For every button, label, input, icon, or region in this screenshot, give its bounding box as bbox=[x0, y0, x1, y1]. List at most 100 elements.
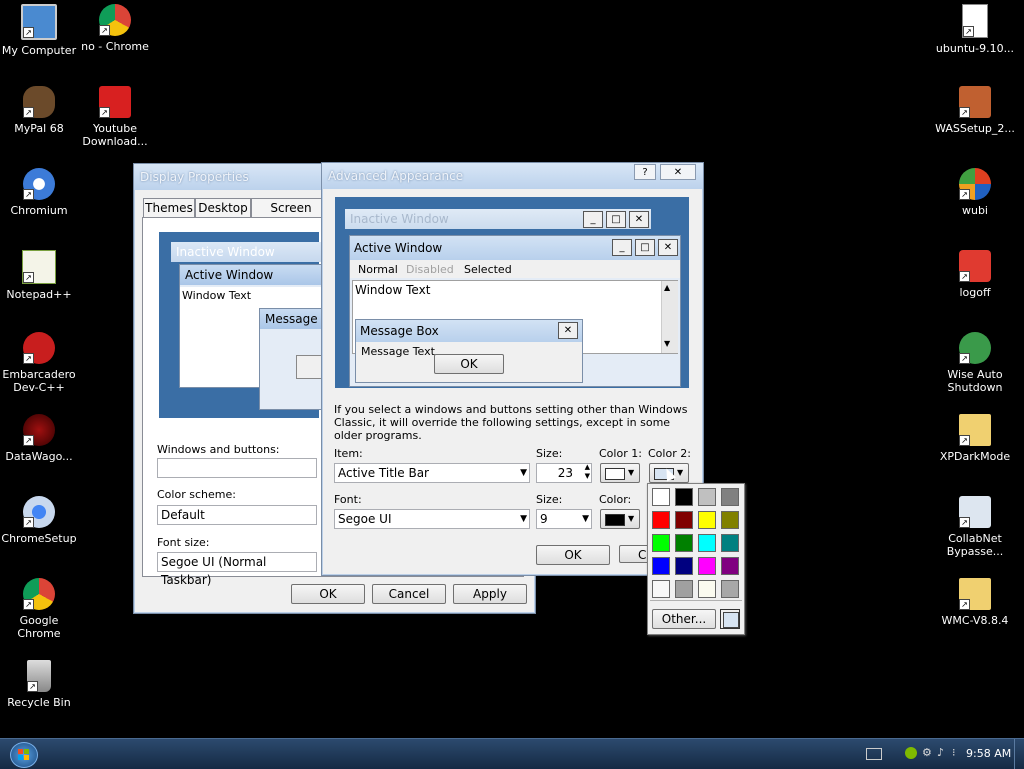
desktop-icon[interactable]: ↗ DataWago... bbox=[0, 414, 81, 463]
font-color-button[interactable]: ▼ bbox=[600, 509, 640, 529]
appearance-preview: Inactive Window Active Window Window Tex… bbox=[159, 232, 331, 418]
color-swatch[interactable] bbox=[652, 511, 670, 529]
color-swatch[interactable] bbox=[675, 488, 693, 506]
preview-message-box-title: Message Box bbox=[360, 324, 439, 338]
desktop-icon[interactable]: ↗ CollabNet Bypasse... bbox=[933, 496, 1017, 558]
color-swatch[interactable] bbox=[652, 534, 670, 552]
power-icon: ↗ bbox=[959, 250, 991, 282]
desktop-icon-label: Embarcadero Dev-C++ bbox=[2, 368, 76, 394]
font-size-select[interactable]: 9 ▼ bbox=[536, 509, 592, 529]
color-swatch[interactable] bbox=[675, 557, 693, 575]
close-button[interactable]: ✕ bbox=[660, 164, 696, 180]
scroll-up-icon: ▲ bbox=[664, 283, 671, 292]
color-swatch[interactable] bbox=[721, 488, 739, 506]
cancel-button[interactable]: Cancel bbox=[372, 584, 446, 604]
tab-themes[interactable]: Themes bbox=[143, 198, 195, 217]
color1-label: Color 1: bbox=[599, 447, 642, 460]
color-swatch[interactable] bbox=[652, 557, 670, 575]
show-desktop-button[interactable] bbox=[1014, 739, 1024, 769]
color-swatch[interactable] bbox=[698, 488, 716, 506]
color-swatch[interactable] bbox=[652, 580, 670, 598]
color-swatch[interactable] bbox=[652, 488, 670, 506]
desktop-icon[interactable]: ↗ Wise Auto Shutdown bbox=[933, 332, 1017, 394]
network-icon[interactable]: ⁝ bbox=[952, 747, 960, 759]
help-button[interactable]: ? bbox=[634, 164, 656, 180]
desktop-icon[interactable]: ↗ ubuntu-9.10... bbox=[933, 4, 1017, 55]
font-size-select[interactable]: Segoe UI (Normal Taskbar) bbox=[157, 552, 317, 587]
color-swatch[interactable] bbox=[675, 511, 693, 529]
desktop-icon[interactable]: ↗ Notepad++ bbox=[0, 250, 81, 301]
size-stepper[interactable]: 23 ▲ ▼ bbox=[536, 463, 592, 483]
desktop-icon[interactable]: ↗ Embarcadero Dev-C++ bbox=[0, 332, 81, 394]
desktop-icon[interactable]: ↗ logoff bbox=[933, 250, 1017, 299]
tab-desktop[interactable]: Desktop bbox=[195, 198, 251, 217]
color-swatch[interactable] bbox=[698, 511, 716, 529]
shortcut-arrow-icon: ↗ bbox=[23, 189, 34, 200]
size-label: Size: bbox=[536, 447, 563, 460]
desktop-icon-label: ubuntu-9.10... bbox=[935, 42, 1015, 55]
window-title: Advanced Appearance bbox=[328, 169, 464, 183]
desktop-icon[interactable]: ↗ wubi bbox=[933, 168, 1017, 217]
tray-app-icon[interactable] bbox=[905, 747, 917, 759]
windows-and-buttons-select[interactable] bbox=[157, 458, 317, 478]
color-swatch[interactable] bbox=[721, 534, 739, 552]
color-swatch[interactable] bbox=[721, 511, 739, 529]
other-colors-button[interactable]: Other... bbox=[652, 609, 716, 629]
close-icon: ✕ bbox=[558, 322, 578, 339]
advanced-appearance-titlebar[interactable]: Advanced Appearance ? ✕ bbox=[322, 163, 703, 189]
desktop-icon-label: ChromeSetup bbox=[1, 532, 77, 545]
shortcut-arrow-icon: ↗ bbox=[23, 517, 34, 528]
desktop-icon[interactable]: ↗ Youtube Download... bbox=[73, 86, 157, 148]
desktop-icon[interactable]: ↗ WMC-V8.8.4 bbox=[933, 578, 1017, 627]
desktop-icon[interactable]: ↗ ChromeSetup bbox=[0, 496, 81, 545]
devcpp-icon: ↗ bbox=[23, 332, 55, 364]
volume-icon[interactable]: ♪ bbox=[937, 747, 949, 759]
maximize-icon: □ bbox=[606, 211, 626, 228]
preview-ok-button: OK bbox=[434, 354, 504, 374]
font-select[interactable]: Segoe UI ▼ bbox=[334, 509, 530, 529]
color-swatch[interactable] bbox=[698, 557, 716, 575]
color1-button[interactable]: ▼ bbox=[600, 463, 640, 483]
color-swatch[interactable] bbox=[675, 580, 693, 598]
chevron-down-icon: ▼ bbox=[677, 468, 684, 477]
stepper-arrows-icon[interactable]: ▲ ▼ bbox=[585, 463, 590, 481]
desktop-icon-label: Wise Auto Shutdown bbox=[947, 368, 1003, 394]
color-swatch[interactable] bbox=[698, 534, 716, 552]
desktop-icon[interactable]: ↗ XPDarkMode bbox=[933, 414, 1017, 463]
shortcut-arrow-icon: ↗ bbox=[959, 107, 970, 118]
chrome-icon: ↗ bbox=[99, 4, 131, 36]
tab-screen-saver[interactable]: Screen Saver bbox=[251, 198, 331, 233]
font-color-swatch bbox=[605, 514, 625, 526]
start-button[interactable] bbox=[10, 742, 38, 768]
collabnet-icon: ↗ bbox=[959, 496, 991, 528]
item-select[interactable]: Active Title Bar ▼ bbox=[334, 463, 530, 483]
desktop-icon[interactable]: ↗ no - Chrome bbox=[73, 4, 157, 53]
desktop-icon[interactable]: ↗ Recycle Bin bbox=[0, 660, 81, 709]
selected-color-preview bbox=[720, 609, 740, 629]
shortcut-arrow-icon: ↗ bbox=[959, 435, 970, 446]
color-swatch[interactable] bbox=[721, 557, 739, 575]
color-swatch[interactable] bbox=[721, 580, 739, 598]
color-scheme-select[interactable]: Default bbox=[157, 505, 317, 525]
keyboard-icon[interactable] bbox=[866, 748, 882, 760]
desktop-icon-label: wubi bbox=[961, 204, 988, 217]
color-swatch[interactable] bbox=[675, 534, 693, 552]
ok-button[interactable]: OK bbox=[536, 545, 610, 565]
color-swatch[interactable] bbox=[698, 580, 716, 598]
desktop-icon[interactable]: ↗ Chromium bbox=[0, 168, 81, 217]
clock[interactable]: 9:58 AM bbox=[966, 747, 1011, 760]
windows-and-buttons-label: Windows and buttons: bbox=[157, 443, 280, 456]
ok-button[interactable]: OK bbox=[291, 584, 365, 604]
desktop-icon[interactable]: ↗ MyPal 68 bbox=[0, 86, 81, 135]
taskbar: ⚙ ♪ ⁝ 9:58 AM bbox=[0, 738, 1024, 769]
desktop-icon[interactable]: ↗ Google Chrome bbox=[0, 578, 81, 640]
close-icon: ✕ bbox=[673, 167, 683, 178]
desktop-icon[interactable]: ↗ WASSetup_2... bbox=[933, 86, 1017, 135]
settings-tray-icon[interactable]: ⚙ bbox=[922, 747, 934, 759]
chevron-down-icon: ▼ bbox=[628, 514, 635, 523]
chevron-down-icon: ▼ bbox=[582, 514, 589, 524]
desktop-icon[interactable]: ↗ My Computer bbox=[0, 4, 81, 57]
close-icon: ✕ bbox=[629, 211, 649, 228]
apply-button[interactable]: Apply bbox=[453, 584, 527, 604]
preview-window-text: Window Text bbox=[182, 289, 252, 302]
